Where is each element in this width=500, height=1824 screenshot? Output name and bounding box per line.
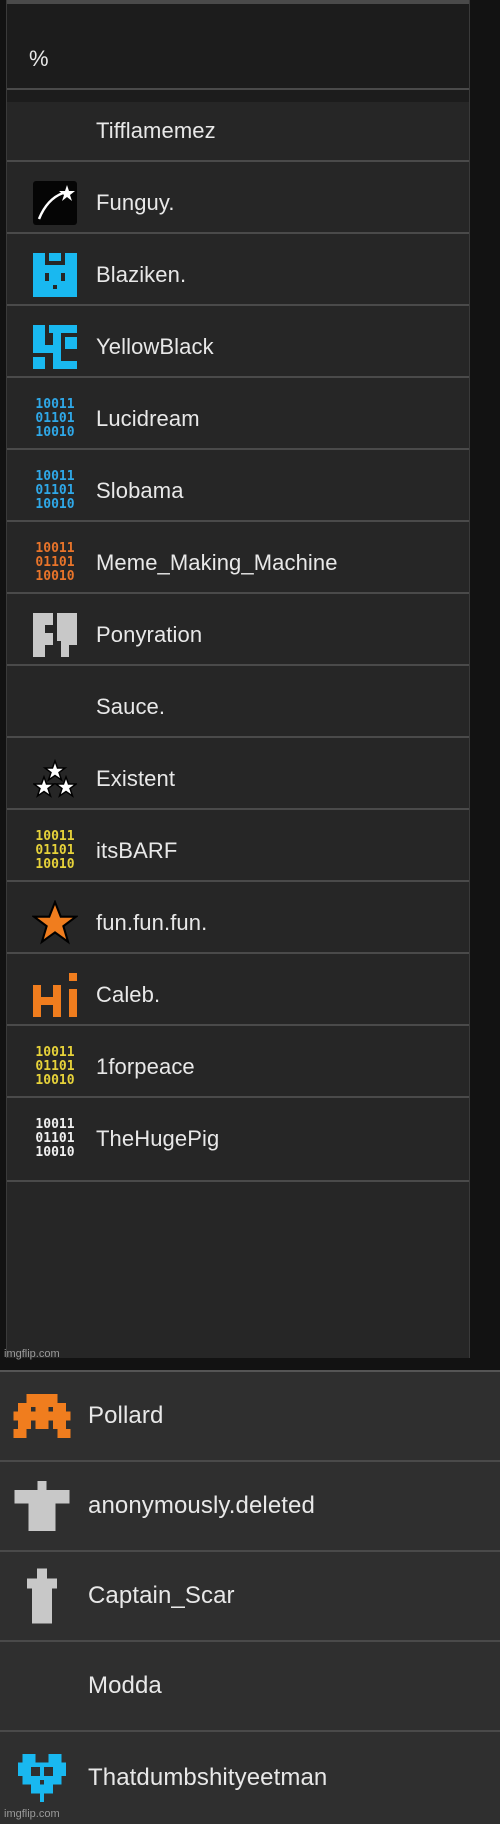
username[interactable]: YellowBlack xyxy=(96,334,214,360)
shooting-star-icon xyxy=(29,177,81,229)
grey-cross-icon xyxy=(12,1566,72,1626)
username[interactable]: Caleb. xyxy=(96,982,160,1008)
list-header: % xyxy=(7,0,469,102)
username[interactable]: Lucidream xyxy=(96,406,200,432)
orange-star-icon xyxy=(29,897,81,949)
username[interactable]: itsBARF xyxy=(96,838,177,864)
username[interactable]: Slobama xyxy=(96,478,184,504)
username[interactable]: 1forpeace xyxy=(96,1054,195,1080)
username[interactable]: Funguy. xyxy=(96,190,175,216)
binary-blue-icon: 10011 01101 10010 xyxy=(35,469,75,512)
username[interactable]: Sauce. xyxy=(96,694,165,720)
username[interactable]: Captain_Scar xyxy=(88,1582,235,1610)
username[interactable]: Thatdumbshityeetman xyxy=(88,1764,327,1792)
username[interactable]: Ponyration xyxy=(96,622,202,648)
list-item[interactable]: anonymously.deleted xyxy=(0,1460,500,1550)
binary-white-icon: 10011 01101 10010 xyxy=(35,1117,75,1160)
list-end-spacer xyxy=(7,1180,469,1358)
username[interactable]: TheHugePig xyxy=(96,1126,219,1152)
header-percent-symbol: % xyxy=(29,46,49,71)
blue-pixel-glyph-icon xyxy=(29,321,81,373)
grey-pixel-icon xyxy=(29,609,81,661)
list-item[interactable]: Pollard xyxy=(0,1370,500,1460)
username[interactable]: Existent xyxy=(96,766,175,792)
blue-pixel-heart-icon xyxy=(12,1748,72,1808)
list-item[interactable]: 10011 01101 10010 TheHugePig xyxy=(7,1096,469,1180)
three-stars-icon xyxy=(29,753,81,805)
username[interactable]: anonymously.deleted xyxy=(88,1492,315,1520)
list-item[interactable]: Captain_Scar xyxy=(0,1550,500,1640)
binary-yellow-icon: 10011 01101 10010 xyxy=(35,1045,75,1088)
list-item[interactable]: Thatdumbshityeetman xyxy=(0,1730,500,1824)
leaderboard-list-bottom: Pollard anonymously.deleted Captain_Scar… xyxy=(0,1370,500,1824)
username[interactable]: Meme_Making_Machine xyxy=(96,550,338,576)
username[interactable]: Blaziken. xyxy=(96,262,186,288)
grey-shirt-icon xyxy=(12,1476,72,1536)
blue-pixel-cat-icon xyxy=(29,249,81,301)
orange-hi-icon xyxy=(29,969,81,1021)
leaderboard-list-top: % Tifflamemez Funguy. Blaziken. YellowBl… xyxy=(6,0,470,1358)
watermark: imgflip.com xyxy=(4,1808,60,1820)
list-item[interactable]: Modda xyxy=(0,1640,500,1730)
binary-orange-icon: 10011 01101 10010 xyxy=(35,541,75,584)
binary-blue-icon: 10011 01101 10010 xyxy=(35,397,75,440)
username[interactable]: fun.fun.fun. xyxy=(96,910,207,936)
username[interactable]: Tifflamemez xyxy=(96,118,216,144)
username[interactable]: Pollard xyxy=(88,1402,163,1430)
username[interactable]: Modda xyxy=(88,1672,162,1700)
orange-invader-icon xyxy=(12,1386,72,1446)
binary-yellow-icon: 10011 01101 10010 xyxy=(35,829,75,872)
watermark: imgflip.com xyxy=(4,1348,60,1360)
